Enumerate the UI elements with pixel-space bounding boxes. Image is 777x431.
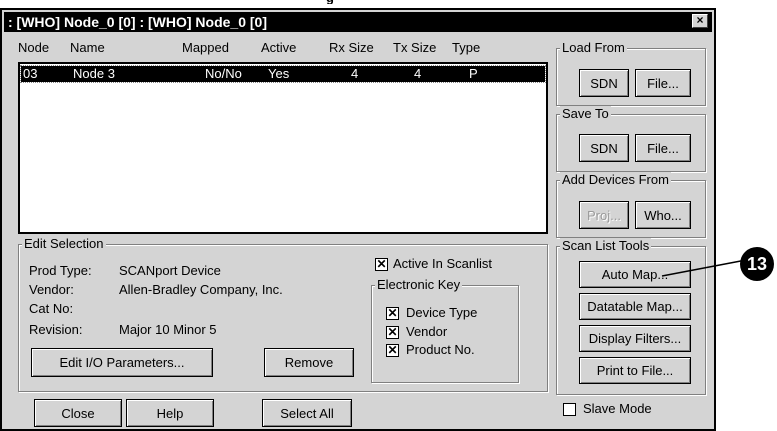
column-rx-size[interactable]: Rx Size (329, 40, 374, 55)
help-button[interactable]: Help (126, 399, 214, 427)
remove-button[interactable]: Remove (264, 348, 354, 377)
select-all-button[interactable]: Select All (262, 399, 352, 427)
column-active[interactable]: Active (261, 40, 296, 55)
slave-mode-label[interactable]: Slave Mode (583, 401, 652, 416)
save-to-legend: Save To (560, 106, 611, 121)
prod-type-label: Prod Type: (29, 263, 92, 278)
cell-name: Node 3 (73, 66, 115, 81)
load-from-legend: Load From (560, 40, 627, 55)
add-who-button[interactable]: Who... (635, 201, 691, 229)
column-node[interactable]: Node (18, 40, 49, 55)
close-button[interactable]: Close (34, 399, 122, 427)
prod-type-value: SCANport Device (119, 263, 221, 278)
scan-list-tools-legend: Scan List Tools (560, 238, 652, 253)
product-no-checkbox[interactable]: ✕ (386, 344, 399, 357)
electronic-key-legend: Electronic Key (375, 277, 463, 292)
add-proj-button[interactable]: Proj... (579, 201, 629, 229)
cropped-caption: g (230, 0, 430, 4)
scanlist-listbox[interactable]: 03 Node 3 No/No Yes 4 4 P (18, 62, 548, 234)
display-filters-button[interactable]: Display Filters... (579, 325, 691, 352)
add-devices-legend: Add Devices From (560, 172, 671, 187)
product-no-label[interactable]: Product No. (406, 342, 475, 357)
print-to-file-button[interactable]: Print to File... (579, 357, 691, 384)
active-in-scanlist-label[interactable]: Active In Scanlist (393, 256, 492, 271)
cell-rx-size: 4 (351, 66, 359, 81)
device-type-checkbox[interactable]: ✕ (386, 307, 399, 320)
load-from-group: Load From SDN File... (556, 40, 706, 106)
vendor-label: Vendor: (29, 282, 74, 297)
load-file-button[interactable]: File... (635, 69, 691, 97)
device-type-label[interactable]: Device Type (406, 305, 477, 320)
cell-node: 03 (23, 66, 38, 81)
cell-type: P (469, 66, 478, 81)
save-to-group: Save To SDN File... (556, 106, 706, 172)
revision-label: Revision: (29, 322, 83, 337)
callout-leader-line (661, 259, 747, 277)
cell-tx-size: 4 (414, 66, 422, 81)
save-file-button[interactable]: File... (635, 134, 691, 162)
vendor-checkbox-label[interactable]: Vendor (406, 324, 447, 339)
column-tx-size[interactable]: Tx Size (393, 40, 436, 55)
vendor-value: Allen-Bradley Company, Inc. (119, 282, 283, 297)
save-sdn-button[interactable]: SDN (579, 134, 629, 162)
load-sdn-button[interactable]: SDN (579, 69, 629, 97)
slave-mode-checkbox[interactable] (563, 403, 576, 416)
add-devices-group: Add Devices From Proj... Who... (556, 172, 706, 238)
column-mapped[interactable]: Mapped (182, 40, 229, 55)
edit-selection-legend: Edit Selection (22, 236, 106, 251)
column-name[interactable]: Name (70, 40, 105, 55)
cell-mapped: No/No (205, 66, 242, 81)
electronic-key-group: Electronic Key ✕ Device Type ✕ Vendor ✕ … (371, 277, 519, 383)
close-window-button[interactable]: × (692, 14, 708, 28)
edit-io-parameters-button[interactable]: Edit I/O Parameters... (31, 348, 213, 377)
table-row[interactable]: 03 Node 3 No/No Yes 4 4 P (20, 65, 546, 83)
datatable-map-button[interactable]: Datatable Map... (579, 293, 691, 320)
edit-selection-group: Edit Selection Prod Type: SCANport Devic… (18, 236, 548, 392)
callout-number-badge: 13 (740, 247, 774, 281)
scanlist-editor-window: : [WHO] Node_0 [0] : [WHO] Node_0 [0] × … (0, 8, 716, 431)
title-bar: : [WHO] Node_0 [0] : [WHO] Node_0 [0] (4, 12, 712, 32)
vendor-checkbox[interactable]: ✕ (386, 326, 399, 339)
cell-active: Yes (268, 66, 290, 81)
active-in-scanlist-checkbox[interactable]: ✕ (375, 258, 388, 271)
column-type[interactable]: Type (452, 40, 480, 55)
cat-no-label: Cat No: (29, 301, 74, 316)
revision-value: Major 10 Minor 5 (119, 322, 217, 337)
list-header: Node Name Mapped Active Rx Size Tx Size … (18, 40, 548, 58)
window-title: : [WHO] Node_0 [0] : [WHO] Node_0 [0] (8, 14, 267, 30)
